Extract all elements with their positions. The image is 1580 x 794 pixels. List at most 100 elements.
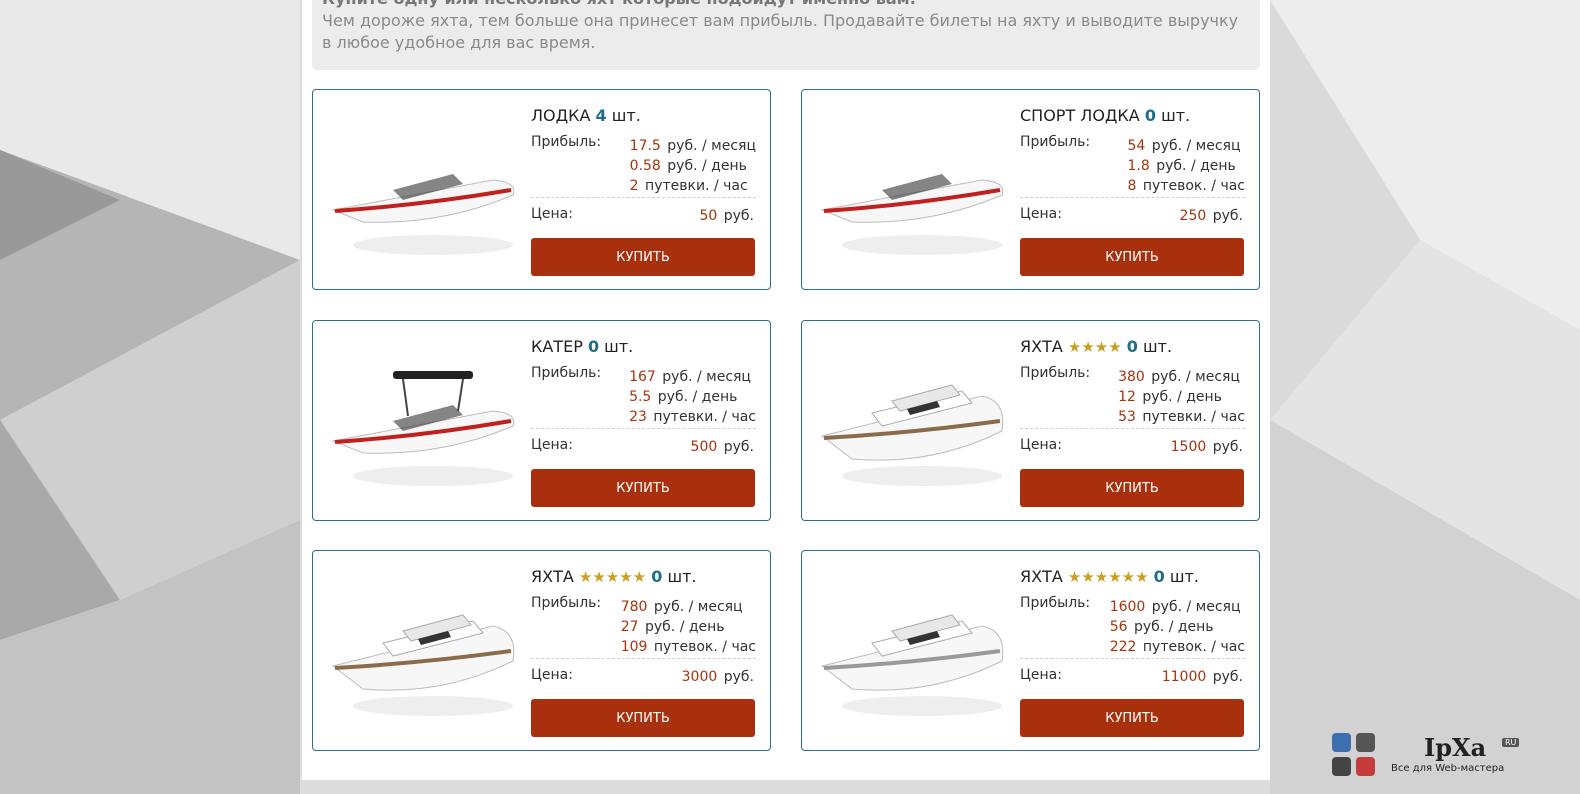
qty-unit: шт. — [1143, 337, 1173, 356]
logo-tagline: Все для Web-мастера — [1391, 763, 1505, 774]
profit-month: 54 руб. / месяц — [1127, 138, 1241, 154]
trips-per-hour: 2 путевки. / час — [629, 178, 748, 194]
profit-day: 1.8 руб. / день — [1127, 158, 1236, 174]
qty-unit: шт. — [1169, 567, 1199, 586]
profit-day: 27 руб. / день — [620, 619, 725, 635]
product-card: ЛОДКА 4 шт. Прибыль: 17.5 руб. / месяц 0… — [312, 89, 771, 290]
buy-button[interactable]: КУПИТЬ — [531, 469, 755, 507]
qty-unit: шт. — [604, 337, 634, 356]
price-block: Цена: 11000 руб. — [1020, 663, 1245, 693]
price-block: Цена: 3000 руб. — [531, 663, 756, 693]
profit-label: Прибыль: — [1020, 595, 1091, 611]
qty-unit: шт. — [667, 567, 697, 586]
profit-label: Прибыль: — [1020, 365, 1091, 381]
intro-text: Чем дороже яхта, тем больше она принесет… — [322, 11, 1239, 52]
buy-button[interactable]: КУПИТЬ — [531, 699, 755, 737]
price-value: 1500 руб. — [1170, 439, 1243, 455]
price-label: Цена: — [531, 437, 573, 453]
product-card: СПОРТ ЛОДКА 0 шт. Прибыль: 54 руб. / мес… — [801, 89, 1260, 290]
profit-day: 5.5 руб. / день — [629, 389, 738, 405]
profit-block: Прибыль: 167 руб. / месяц 5.5 руб. / ден… — [531, 365, 756, 429]
profit-month: 780 руб. / месяц — [620, 599, 743, 615]
trips-per-hour: 8 путевок. / час — [1127, 178, 1245, 194]
boat-image — [812, 341, 1012, 491]
card-info: ЯХТА ★★★★ 0 шт. Прибыль: 380 руб. / меся… — [1020, 337, 1245, 463]
boat-image — [323, 341, 523, 491]
price-value: 3000 руб. — [681, 669, 754, 685]
boat-image — [812, 571, 1012, 721]
card-info: СПОРТ ЛОДКА 0 шт. Прибыль: 54 руб. / мес… — [1020, 106, 1245, 232]
profit-month: 167 руб. / месяц — [629, 369, 751, 385]
card-info: ЛОДКА 4 шт. Прибыль: 17.5 руб. / месяц 0… — [531, 106, 756, 232]
profit-month: 1600 руб. / месяц — [1109, 599, 1241, 615]
product-name: ЯХТА — [531, 567, 574, 586]
profit-month: 380 руб. / месяц — [1118, 369, 1240, 385]
qty-unit: шт. — [1161, 106, 1191, 125]
product-name: ЯХТА — [1020, 337, 1063, 356]
card-title: СПОРТ ЛОДКА 0 шт. — [1020, 106, 1245, 128]
product-card: ЯХТА ★★★★ 0 шт. Прибыль: 380 руб. / меся… — [801, 320, 1260, 521]
profit-block: Прибыль: 780 руб. / месяц 27 руб. / день… — [531, 595, 756, 659]
profit-label: Прибыль: — [531, 595, 602, 611]
trips-per-hour: 222 путевок. / час — [1109, 639, 1245, 655]
boat-image — [812, 110, 1012, 260]
product-name: ЯХТА — [1020, 567, 1063, 586]
profit-label: Прибыль: — [531, 365, 602, 381]
card-title: ЯХТА ★★★★★ 0 шт. — [531, 567, 756, 589]
price-block: Цена: 50 руб. — [531, 202, 756, 232]
product-name: КАТЕР — [531, 337, 583, 356]
card-info: КАТЕР 0 шт. Прибыль: 167 руб. / месяц 5.… — [531, 337, 756, 463]
product-name: ЛОДКА — [531, 106, 591, 125]
card-info: ЯХТА ★★★★★ 0 шт. Прибыль: 780 руб. / мес… — [531, 567, 756, 693]
buy-button[interactable]: КУПИТЬ — [1020, 699, 1244, 737]
profit-label: Прибыль: — [531, 134, 602, 150]
ipxa-logo: IpXa RU Все для Web-мастера — [1332, 733, 1532, 779]
boat-image — [323, 110, 523, 260]
logo-brand: IpXa — [1424, 733, 1487, 762]
owned-count: 0 — [651, 567, 663, 586]
price-value: 11000 руб. — [1161, 669, 1243, 685]
profit-day: 12 руб. / день — [1118, 389, 1222, 405]
owned-count: 4 — [595, 106, 607, 125]
owned-count: 0 — [1153, 567, 1165, 586]
owned-count: 0 — [587, 337, 600, 356]
product-name: СПОРТ ЛОДКА — [1020, 106, 1140, 125]
buy-button[interactable]: КУПИТЬ — [531, 238, 755, 276]
profit-block: Прибыль: 54 руб. / месяц 1.8 руб. / день… — [1020, 134, 1245, 198]
price-label: Цена: — [531, 667, 573, 683]
rating-stars: ★★★★ — [1067, 338, 1122, 356]
profit-day: 56 руб. / день — [1109, 619, 1214, 635]
price-block: Цена: 250 руб. — [1020, 202, 1245, 232]
intro-heading: Купите одну или несколько яхт которые по… — [322, 0, 1250, 10]
card-title: ЯХТА ★★★★ 0 шт. — [1020, 337, 1245, 359]
card-info: ЯХТА ★★★★★★ 0 шт. Прибыль: 1600 руб. / м… — [1020, 567, 1245, 693]
price-block: Цена: 1500 руб. — [1020, 433, 1245, 463]
qty-unit: шт. — [611, 106, 641, 125]
intro-box: Купите одну или несколько яхт которые по… — [312, 0, 1260, 70]
owned-count: 0 — [1126, 337, 1138, 356]
buy-button[interactable]: КУПИТЬ — [1020, 238, 1244, 276]
owned-count: 0 — [1144, 106, 1156, 125]
card-title: КАТЕР 0 шт. — [531, 337, 756, 359]
trips-per-hour: 23 путевки. / час — [629, 409, 756, 425]
trips-per-hour: 53 путевки. / час — [1118, 409, 1245, 425]
price-value: 500 руб. — [690, 439, 754, 455]
price-value: 50 руб. — [699, 208, 754, 224]
product-card: ЯХТА ★★★★★ 0 шт. Прибыль: 780 руб. / мес… — [312, 550, 771, 751]
rating-stars: ★★★★★ — [578, 568, 647, 586]
price-label: Цена: — [1020, 206, 1062, 222]
profit-label: Прибыль: — [1020, 134, 1091, 150]
card-title: ЛОДКА 4 шт. — [531, 106, 756, 128]
rating-stars: ★★★★★★ — [1067, 568, 1149, 586]
price-value: 250 руб. — [1179, 208, 1243, 224]
profit-month: 17.5 руб. / месяц — [629, 138, 756, 154]
price-label: Цена: — [1020, 667, 1062, 683]
buy-button[interactable]: КУПИТЬ — [1020, 469, 1244, 507]
price-label: Цена: — [1020, 437, 1062, 453]
profit-block: Прибыль: 1600 руб. / месяц 56 руб. / ден… — [1020, 595, 1245, 659]
price-block: Цена: 500 руб. — [531, 433, 756, 463]
profit-block: Прибыль: 380 руб. / месяц 12 руб. / день… — [1020, 365, 1245, 429]
boat-image — [323, 571, 523, 721]
profit-block: Прибыль: 17.5 руб. / месяц 0.58 руб. / д… — [531, 134, 756, 198]
card-title: ЯХТА ★★★★★★ 0 шт. — [1020, 567, 1245, 589]
